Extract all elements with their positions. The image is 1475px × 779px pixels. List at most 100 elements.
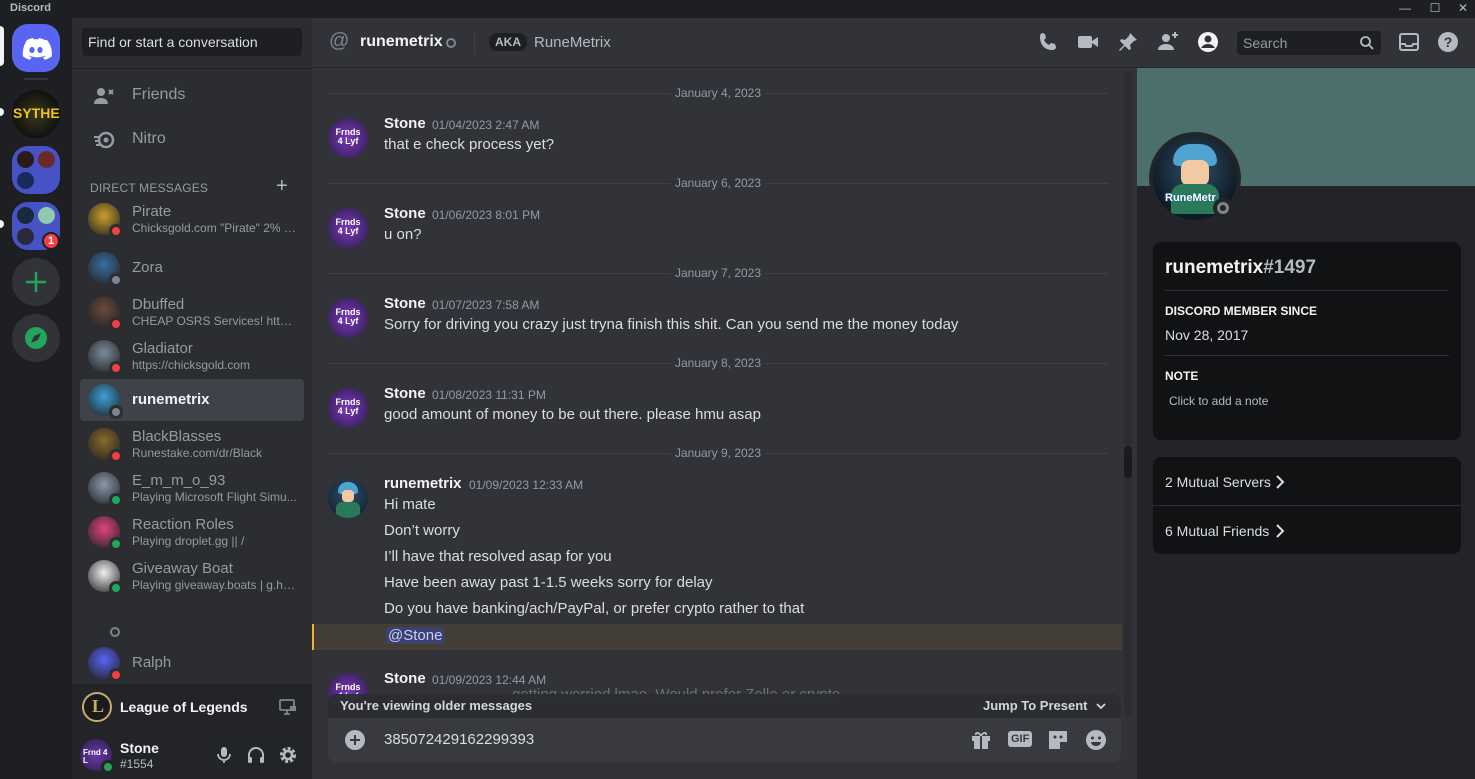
- add-friends-to-dm-button[interactable]: [1156, 30, 1182, 56]
- server-sythe[interactable]: SYTHE: [12, 90, 60, 138]
- message-timestamp: 01/06/2023 8:01 PM: [432, 208, 541, 222]
- mutual-servers-button[interactable]: 2 Mutual Servers: [1153, 457, 1461, 505]
- message-scrollbar[interactable]: [1124, 70, 1132, 716]
- gift-icon[interactable]: [970, 729, 992, 751]
- nav-friends[interactable]: Friends: [80, 75, 304, 117]
- user-name: Stone: [120, 740, 159, 756]
- message-avatar[interactable]: [328, 478, 368, 518]
- message-text: Don’t worry: [384, 522, 460, 539]
- maximize-button[interactable]: ☐: [1420, 0, 1450, 18]
- dm-item-blackblasses[interactable]: BlackBlasses Runestake.com/dr/Black: [80, 423, 304, 465]
- mutual-friends-button[interactable]: 6 Mutual Friends: [1153, 506, 1461, 554]
- video-call-button[interactable]: [1076, 30, 1102, 56]
- folder-server-icon: [38, 151, 55, 168]
- nav-nitro[interactable]: Nitro: [80, 119, 304, 161]
- activity-game-name: League of Legends: [120, 699, 248, 715]
- message-author[interactable]: Stone: [384, 115, 426, 132]
- sticker-icon[interactable]: [1047, 729, 1069, 751]
- dm-name: Reaction Roles: [132, 516, 234, 533]
- aka-label: AKA: [489, 33, 527, 51]
- message-author[interactable]: runemetrix: [384, 475, 462, 492]
- phone-call-icon: [1040, 33, 1056, 50]
- date-divider-label: January 6, 2023: [670, 176, 766, 190]
- settings-gear-icon[interactable]: [278, 745, 298, 765]
- message-author[interactable]: Stone: [384, 385, 426, 402]
- close-window-button[interactable]: ✕: [1448, 0, 1475, 18]
- user-status-online: [101, 760, 115, 774]
- header-search-field[interactable]: Search: [1237, 31, 1381, 55]
- dm-item-pirate[interactable]: Pirate Chicksgold.com "Pirate" 2% of...: [80, 198, 304, 240]
- gif-button[interactable]: GIF: [1008, 731, 1033, 747]
- date-divider-label: January 4, 2023: [670, 86, 766, 100]
- chevron-right-icon: [1276, 475, 1285, 489]
- message-text: Do you have banking/ach/PayPal, or prefe…: [384, 600, 805, 617]
- message-text: Hi mate: [384, 496, 436, 513]
- create-dm-button[interactable]: +: [276, 175, 288, 198]
- message-avatar[interactable]: Frnds 4 Lyf: [328, 208, 368, 248]
- help-icon: ?: [1438, 32, 1458, 52]
- dm-activity: Chicksgold.com "Pirate" 2% of...: [132, 221, 298, 235]
- title-bar: Discord — ☐ ✕: [0, 0, 1475, 18]
- header-divider: [474, 32, 475, 54]
- dm-sidebar: Find or start a conversation Friends Nit…: [72, 18, 312, 779]
- dm-item-runemetrix[interactable]: runemetrix: [80, 379, 304, 421]
- message-avatar[interactable]: Frnds 4 Lyf: [328, 298, 368, 338]
- dm-item-reaction-roles[interactable]: Reaction Roles Playing droplet.gg || /: [80, 511, 304, 553]
- home-button[interactable]: [12, 24, 60, 72]
- hide-user-profile-button[interactable]: [1196, 30, 1222, 56]
- avatar-text: Frnds 4 Lyf: [335, 127, 361, 146]
- screen-share-icon[interactable]: [278, 697, 298, 717]
- emoji-icon[interactable]: [1085, 729, 1107, 751]
- message-input[interactable]: 385072429162299393: [384, 731, 534, 748]
- message-author[interactable]: Stone: [384, 670, 426, 687]
- profile-avatar-label: RuneMetr: [1165, 192, 1216, 204]
- pinned-messages-button[interactable]: [1116, 30, 1142, 56]
- mention-highlight-row: @Stone: [312, 624, 1122, 650]
- dm-activity: Playing Microsoft Flight Simu...: [132, 490, 297, 504]
- dm-item-gladiator[interactable]: Gladiator https://chicksgold.com: [80, 335, 304, 377]
- chevron-down-icon[interactable]: [1095, 700, 1107, 712]
- older-messages-bar: You're viewing older messages Jump To Pr…: [328, 694, 1121, 718]
- minimize-button[interactable]: —: [1390, 0, 1420, 18]
- dm-item-e-m-m-o-93[interactable]: E_m_m_o_93 Playing Microsoft Flight Simu.…: [80, 467, 304, 509]
- message-author[interactable]: Stone: [384, 295, 426, 312]
- find-conversation-button[interactable]: Find or start a conversation: [82, 28, 302, 56]
- scrollbar-thumb[interactable]: [1124, 446, 1132, 478]
- microphone-icon[interactable]: [214, 745, 234, 765]
- note-label: NOTE: [1165, 369, 1199, 383]
- headphones-icon[interactable]: [246, 745, 266, 765]
- date-divider: January 4, 2023: [328, 86, 1108, 100]
- plus-icon: [25, 271, 47, 293]
- dm-activity: Playing giveaway.boats | g.help: [132, 578, 298, 592]
- voice-call-button[interactable]: [1036, 30, 1062, 56]
- add-user-icon: [1158, 32, 1178, 50]
- message-avatar[interactable]: Frnds 4 Lyf: [328, 388, 368, 428]
- avatar-text: Frnds 4 Lyf: [335, 397, 361, 416]
- dm-item-giveaway-boat[interactable]: Giveaway Boat Playing giveaway.boats | g.…: [80, 555, 304, 597]
- server-folder-1[interactable]: [12, 146, 60, 194]
- help-button[interactable]: ?: [1436, 30, 1462, 56]
- explore-servers-button[interactable]: [12, 314, 60, 362]
- note-input[interactable]: Click to add a note: [1169, 394, 1268, 408]
- message-author[interactable]: Stone: [384, 205, 426, 222]
- user-profile-icon: [1198, 32, 1218, 52]
- dm-item-dbuffed[interactable]: Dbuffed CHEAP OSRS Services! https:...: [80, 291, 304, 333]
- dm-name: Ralph: [132, 654, 172, 671]
- pin-icon: [1119, 33, 1137, 51]
- inbox-button[interactable]: [1397, 30, 1423, 56]
- folder-server-icon: [17, 207, 34, 224]
- message-avatar[interactable]: Frnds 4 Lyf: [328, 118, 368, 158]
- dm-status: [109, 668, 123, 682]
- dm-status: [109, 273, 123, 287]
- dm-item-ralph[interactable]: Ralph: [80, 642, 304, 684]
- dm-status: [109, 537, 123, 551]
- dm-name: runemetrix: [132, 391, 210, 408]
- add-attachment-icon[interactable]: [344, 729, 366, 751]
- user-tag: #1554: [120, 757, 154, 771]
- dm-item-zora[interactable]: Zora: [80, 247, 304, 289]
- add-server-button[interactable]: [12, 258, 60, 306]
- mutual-friends-label: 6 Mutual Friends: [1165, 523, 1270, 539]
- user-mention[interactable]: @Stone: [386, 627, 445, 644]
- dm-activity: https://chicksgold.com: [132, 358, 251, 372]
- jump-to-present-button[interactable]: Jump To Present: [983, 698, 1088, 713]
